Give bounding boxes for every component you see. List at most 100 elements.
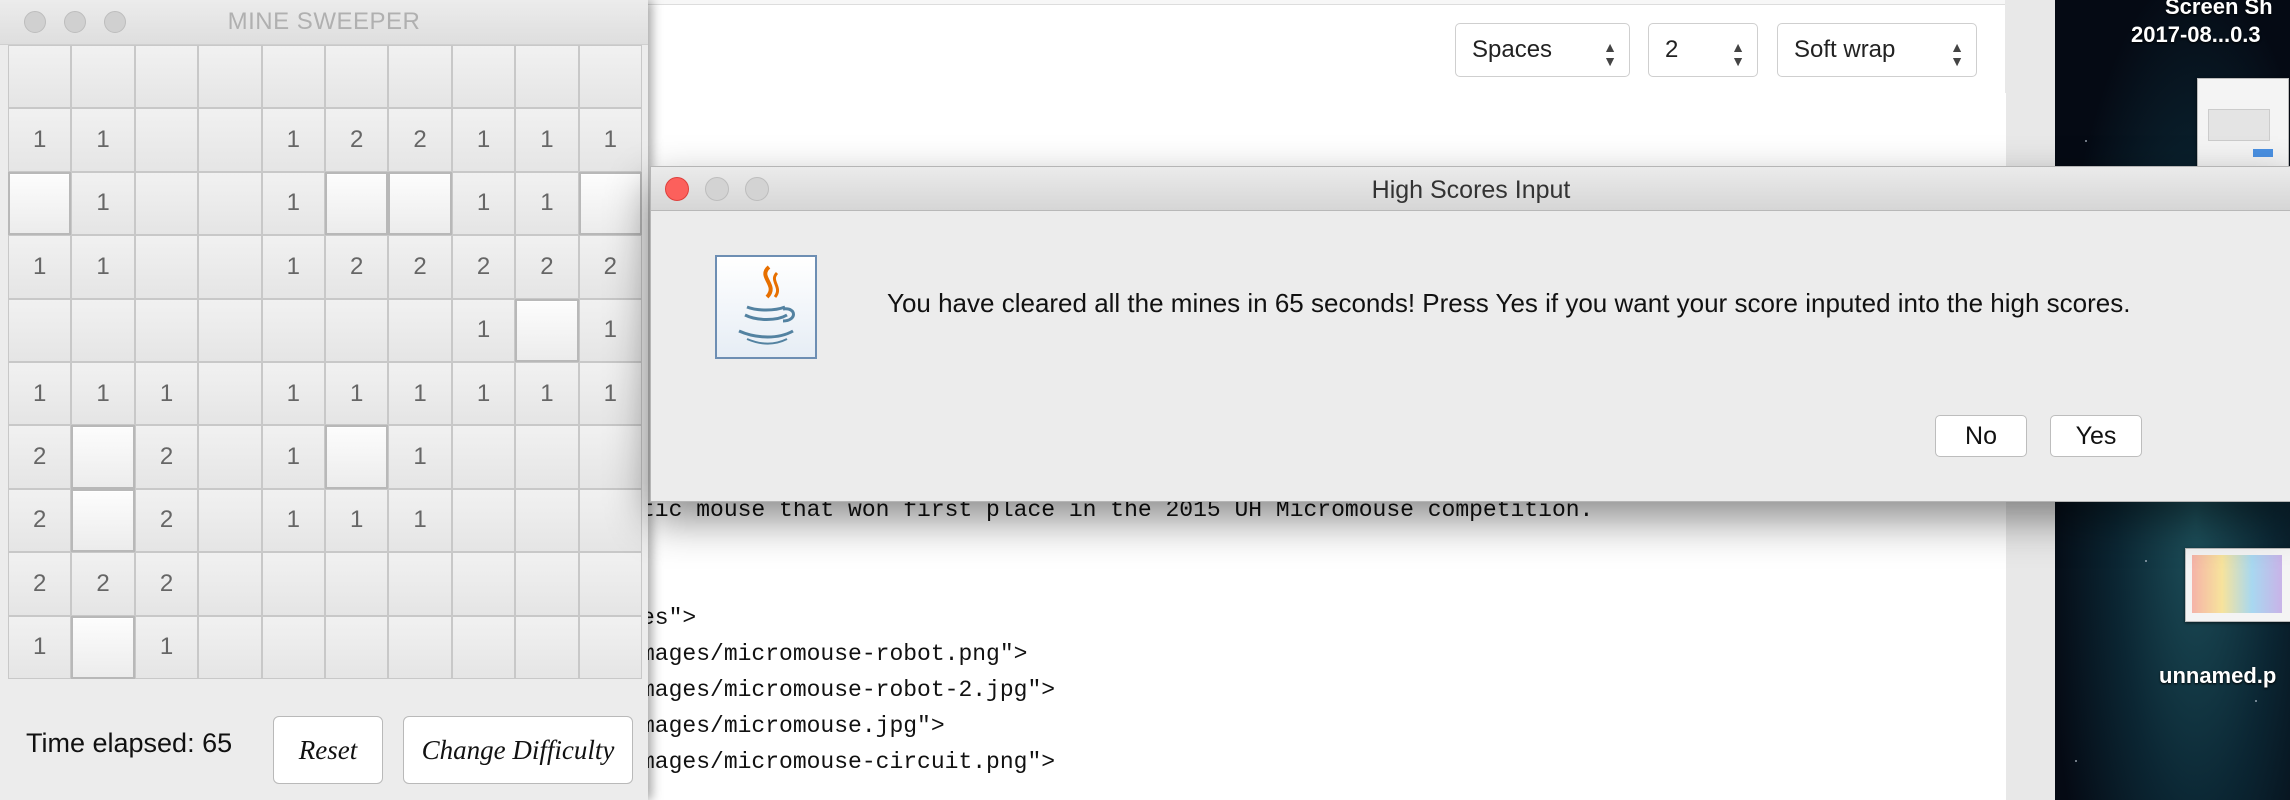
desktop-file-label-2[interactable]: unnamed.p [2159, 663, 2276, 689]
revealed-cell[interactable]: 1 [451, 171, 516, 236]
revealed-cell[interactable]: 2 [134, 488, 199, 553]
revealed-cell[interactable] [261, 45, 325, 109]
revealed-cell[interactable]: 1 [261, 108, 325, 172]
revealed-cell[interactable]: 1 [261, 362, 325, 426]
reset-button[interactable]: Reset [273, 716, 383, 784]
revealed-cell[interactable]: 1 [261, 425, 325, 489]
revealed-cell[interactable]: 1 [451, 298, 516, 362]
revealed-cell[interactable] [8, 45, 72, 109]
revealed-cell[interactable]: 2 [8, 552, 72, 616]
revealed-cell[interactable] [134, 171, 199, 236]
revealed-cell[interactable]: 2 [71, 552, 135, 616]
revealed-cell[interactable]: 1 [388, 488, 452, 553]
image-thumbnail[interactable] [2185, 548, 2290, 622]
revealed-cell[interactable]: 2 [8, 425, 72, 489]
unrevealed-cell[interactable] [325, 171, 389, 236]
revealed-cell[interactable] [198, 615, 262, 679]
revealed-cell[interactable]: 1 [8, 362, 72, 426]
revealed-cell[interactable] [451, 425, 516, 489]
unrevealed-cell[interactable] [8, 171, 72, 236]
revealed-cell[interactable] [261, 615, 325, 679]
revealed-cell[interactable] [515, 488, 579, 553]
revealed-cell[interactable] [388, 298, 452, 362]
change-difficulty-button[interactable]: Change Difficulty [403, 716, 633, 784]
revealed-cell[interactable]: 1 [71, 235, 135, 299]
revealed-cell[interactable]: 1 [134, 362, 199, 426]
minesweeper-titlebar[interactable]: MINE SWEEPER [0, 0, 648, 45]
indent-type-select[interactable]: Spaces ▲ ▼ [1455, 23, 1630, 77]
revealed-cell[interactable]: 1 [388, 362, 452, 426]
revealed-cell[interactable]: 1 [261, 171, 325, 236]
revealed-cell[interactable] [388, 615, 452, 679]
unrevealed-cell[interactable] [578, 171, 642, 236]
revealed-cell[interactable]: 1 [451, 108, 516, 172]
revealed-cell[interactable] [198, 45, 262, 109]
revealed-cell[interactable] [578, 615, 642, 679]
revealed-cell[interactable]: 2 [388, 108, 452, 172]
revealed-cell[interactable] [325, 615, 389, 679]
revealed-cell[interactable] [261, 298, 325, 362]
revealed-cell[interactable] [451, 615, 516, 679]
revealed-cell[interactable] [515, 552, 579, 616]
revealed-cell[interactable] [451, 552, 516, 616]
revealed-cell[interactable] [388, 45, 452, 109]
screenshot-thumbnail[interactable] [2197, 78, 2289, 170]
wrap-mode-select[interactable]: Soft wrap ▲ ▼ [1777, 23, 1977, 77]
revealed-cell[interactable]: 1 [261, 235, 325, 299]
revealed-cell[interactable]: 1 [578, 362, 642, 426]
revealed-cell[interactable] [388, 552, 452, 616]
revealed-cell[interactable]: 1 [8, 108, 72, 172]
revealed-cell[interactable] [578, 488, 642, 553]
revealed-cell[interactable]: 1 [261, 488, 325, 553]
revealed-cell[interactable] [71, 45, 135, 109]
revealed-cell[interactable] [8, 298, 72, 362]
unrevealed-cell[interactable] [515, 298, 579, 362]
yes-button[interactable]: Yes [2050, 415, 2142, 457]
revealed-cell[interactable] [198, 425, 262, 489]
revealed-cell[interactable] [198, 171, 262, 236]
revealed-cell[interactable]: 1 [71, 171, 135, 236]
revealed-cell[interactable]: 2 [134, 552, 199, 616]
revealed-cell[interactable] [325, 45, 389, 109]
unrevealed-cell[interactable] [388, 171, 452, 236]
revealed-cell[interactable]: 1 [515, 108, 579, 172]
revealed-cell[interactable] [578, 425, 642, 489]
revealed-cell[interactable] [198, 552, 262, 616]
revealed-cell[interactable]: 1 [134, 615, 199, 679]
revealed-cell[interactable]: 1 [325, 488, 389, 553]
revealed-cell[interactable]: 1 [578, 298, 642, 362]
revealed-cell[interactable]: 1 [515, 362, 579, 426]
revealed-cell[interactable] [515, 425, 579, 489]
revealed-cell[interactable] [261, 552, 325, 616]
revealed-cell[interactable]: 2 [8, 488, 72, 553]
revealed-cell[interactable]: 1 [451, 362, 516, 426]
revealed-cell[interactable] [198, 235, 262, 299]
revealed-cell[interactable]: 1 [578, 108, 642, 172]
revealed-cell[interactable]: 1 [8, 615, 72, 679]
unrevealed-cell[interactable] [71, 488, 135, 553]
desktop-file-label-line2[interactable]: 2017-08...0.3 [2131, 22, 2261, 48]
revealed-cell[interactable] [71, 298, 135, 362]
revealed-cell[interactable]: 2 [134, 425, 199, 489]
unrevealed-cell[interactable] [325, 425, 389, 489]
revealed-cell[interactable] [198, 298, 262, 362]
revealed-cell[interactable]: 1 [71, 108, 135, 172]
revealed-cell[interactable]: 2 [451, 235, 516, 299]
revealed-cell[interactable]: 1 [388, 425, 452, 489]
revealed-cell[interactable] [515, 45, 579, 109]
revealed-cell[interactable] [134, 108, 199, 172]
revealed-cell[interactable] [325, 552, 389, 616]
revealed-cell[interactable]: 1 [8, 235, 72, 299]
revealed-cell[interactable] [134, 235, 199, 299]
desktop-file-label-line1[interactable]: Screen Sh [2165, 0, 2273, 20]
revealed-cell[interactable]: 2 [515, 235, 579, 299]
revealed-cell[interactable] [515, 615, 579, 679]
revealed-cell[interactable]: 2 [388, 235, 452, 299]
revealed-cell[interactable] [134, 298, 199, 362]
revealed-cell[interactable] [134, 45, 199, 109]
revealed-cell[interactable]: 1 [515, 171, 579, 236]
revealed-cell[interactable] [198, 108, 262, 172]
revealed-cell[interactable]: 2 [578, 235, 642, 299]
revealed-cell[interactable] [451, 488, 516, 553]
unrevealed-cell[interactable] [71, 615, 135, 679]
